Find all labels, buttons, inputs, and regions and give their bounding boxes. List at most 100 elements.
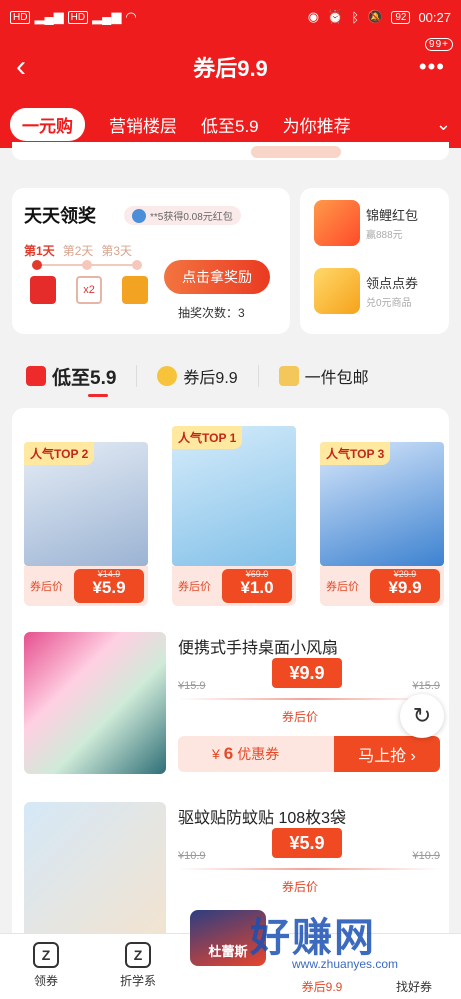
price-strip: 券后价 ¥14.9 ¥5.9 <box>24 566 148 606</box>
hd-indicator-2: HD <box>67 10 89 24</box>
coupon-tab-icon: Z <box>33 942 59 968</box>
bottom-tab-label: 领券 <box>33 974 58 988</box>
watermark-text: 好赚网 <box>250 916 376 960</box>
original-price: ¥29.9 <box>393 569 417 579</box>
category-label: 低至5.9 <box>52 367 117 389</box>
day-3-dot <box>132 260 142 270</box>
price-box: ¥14.9 ¥5.9 <box>74 569 144 603</box>
previous-content-edge <box>0 142 461 176</box>
coupon-icon <box>314 268 360 314</box>
bottom-tab-coupons[interactable]: Z 领券 <box>16 942 76 989</box>
truck-icon <box>26 366 46 386</box>
coupon-text: 优惠券 <box>237 746 280 762</box>
bottom-tab-find[interactable]: 找好券 <box>384 978 444 995</box>
coupon-value: 6 <box>223 744 234 763</box>
signal-icon: ▂▄▆ <box>34 9 64 24</box>
chevron-down-icon[interactable]: ⌄ <box>436 114 451 135</box>
coupon-tag[interactable]: ¥ 6 优惠券 <box>178 736 334 772</box>
coupon-price-label: 券后价 <box>282 710 319 724</box>
category-coupon-price[interactable]: 券后9.9 <box>157 364 238 388</box>
tab-yiyuangou[interactable]: 一元购 <box>10 107 85 141</box>
price-strip: 券后价 ¥69.0 ¥1.0 <box>172 566 296 606</box>
reward-tip-text: **5获得0.08元红包 <box>150 212 233 223</box>
top-ranking-row: 人气TOP 2 券后价 ¥14.9 ¥5.9 人气TOP 1 券后价 ¥69.0… <box>24 426 444 616</box>
chevron-left-icon[interactable]: ‹ <box>16 50 56 84</box>
ranking-badge: 人气TOP 2 <box>24 442 95 465</box>
buy-row: ¥ 6 优惠券 马上抢 › <box>178 736 440 772</box>
side-item-sub: 兑0元商品 <box>366 298 412 309</box>
category-label: 一件包邮 <box>304 370 369 387</box>
price-label: 券后价 <box>178 581 211 593</box>
eye-icon: ◉ <box>307 9 320 24</box>
day-1-dot <box>32 260 42 270</box>
signal-icon-2: ▂▄▆ <box>92 9 122 24</box>
coupon-price-label: 券后价 <box>282 880 319 894</box>
ranking-badge: 人气TOP 3 <box>320 442 391 465</box>
day-2-dot <box>82 260 92 270</box>
category-tabs: 低至5.9 券后9.9 一件包邮 <box>0 350 461 402</box>
bottom-tab-label: 找好券 <box>395 980 432 994</box>
more-icon[interactable]: ••• 99+ <box>419 38 453 80</box>
discount-tab-icon: Z <box>125 942 151 968</box>
category-free-shipping[interactable]: 一件包邮 <box>278 364 369 388</box>
draw-count: 抽奖次数：3 <box>178 306 245 320</box>
divider <box>257 365 259 387</box>
price-box: ¥29.9 ¥9.9 <box>370 569 440 603</box>
price-label: 券后价 <box>30 581 63 593</box>
claim-reward-button[interactable]: 点击拿奖励 <box>164 260 270 294</box>
day-1: 第1天 <box>24 244 55 258</box>
price-box: ¥69.0 ¥1.0 <box>222 569 292 603</box>
day-progress-track <box>32 260 142 270</box>
bottom-tab-discount[interactable]: Z 折学系 <box>108 942 168 989</box>
gift-icon <box>278 366 299 386</box>
original-price: ¥69.0 <box>245 569 269 579</box>
grab-now-button[interactable]: 马上抢 › <box>334 736 440 772</box>
category-low-price[interactable]: 低至5.9 <box>26 363 116 390</box>
product-list-card: 人气TOP 2 券后价 ¥14.9 ¥5.9 人气TOP 1 券后价 ¥69.0… <box>12 408 449 968</box>
original-price-left: ¥15.9 <box>178 680 206 692</box>
ranking-badge: 人气TOP 1 <box>172 426 243 449</box>
day-labels: 第1天 第2天 第3天 <box>24 242 132 259</box>
original-price-right: ¥10.9 <box>412 850 440 862</box>
day-2: 第2天 <box>62 244 94 258</box>
tab-yingxiao[interactable]: 营销楼层 <box>109 112 177 137</box>
product-image <box>24 632 166 774</box>
hand-icon <box>157 366 178 386</box>
price-strip: 券后价 ¥29.9 ¥9.9 <box>320 566 444 606</box>
product-name: 便携式手持桌面小风扇 <box>178 640 339 657</box>
hd-indicator: HD <box>10 10 31 24</box>
coupon-currency: ¥ <box>212 746 220 762</box>
gift-box-icon <box>122 276 148 304</box>
previous-pill-edge <box>250 146 341 158</box>
list-item[interactable]: 便携式手持桌面小风扇 ¥15.9 ¥9.9 ¥15.9 券后价 ¥ 6 优惠券 … <box>24 632 440 782</box>
side-item-coupon[interactable]: 领点点券 兑0元商品 <box>314 268 418 314</box>
bottom-tab-price[interactable]: 券后9.9 <box>292 978 352 995</box>
status-bar: HD ▂▄▆ HD ▂▄▆ ◠ ◉ ⏰ ᛒ 🔕 92 00:27 <box>0 0 461 34</box>
current-price: ¥9.9 <box>388 578 422 597</box>
daily-reward-card: 天天领奖 **5获得0.08元红包 第1天 第2天 第3天 x2 点击拿奖励 抽… <box>12 188 290 334</box>
clock-time: 00:27 <box>418 9 451 25</box>
header: HD ▂▄▆ HD ▂▄▆ ◠ ◉ ⏰ ᛒ 🔕 92 00:27 ‹ 券后9.9… <box>0 0 461 148</box>
product-name: 驱蚊贴防蚊贴 108枚3袋 <box>178 810 347 827</box>
ranking-card-top1[interactable]: 人气TOP 1 券后价 ¥69.0 ¥1.0 <box>172 426 296 606</box>
tab-tuijian[interactable]: 为你推荐 <box>283 112 351 137</box>
watermark: 好赚网 www.zhuanyes.com <box>250 905 450 977</box>
tab-dizhi[interactable]: 低至5.9 <box>201 112 259 137</box>
red-envelope-icon <box>314 200 360 246</box>
avatar <box>132 208 146 223</box>
active-tab-indicator <box>88 394 108 397</box>
ranking-card-top2[interactable]: 人气TOP 2 券后价 ¥14.9 ¥5.9 <box>24 426 148 606</box>
refresh-icon[interactable]: ↻ <box>400 694 444 738</box>
bluetooth-icon: ᛒ <box>351 9 360 25</box>
tab-bar: 一元购 营销楼层 低至5.9 为你推荐 ⌄ <box>0 100 461 148</box>
price-curve-line <box>178 698 440 700</box>
side-item-sub: 赢888元 <box>366 230 403 241</box>
bottom-tab-label: 折学系 <box>119 974 156 988</box>
previous-card-edge <box>12 142 449 160</box>
product-image <box>24 802 166 944</box>
alarm-icon: ⏰ <box>327 9 344 24</box>
side-item-koi-envelope[interactable]: 锦鲤红包 赢888元 <box>314 200 418 246</box>
side-item-name: 领点点券 <box>366 276 419 291</box>
ranking-card-top3[interactable]: 人气TOP 3 券后价 ¥29.9 ¥9.9 <box>320 426 444 606</box>
gift-row: x2 <box>30 276 148 304</box>
